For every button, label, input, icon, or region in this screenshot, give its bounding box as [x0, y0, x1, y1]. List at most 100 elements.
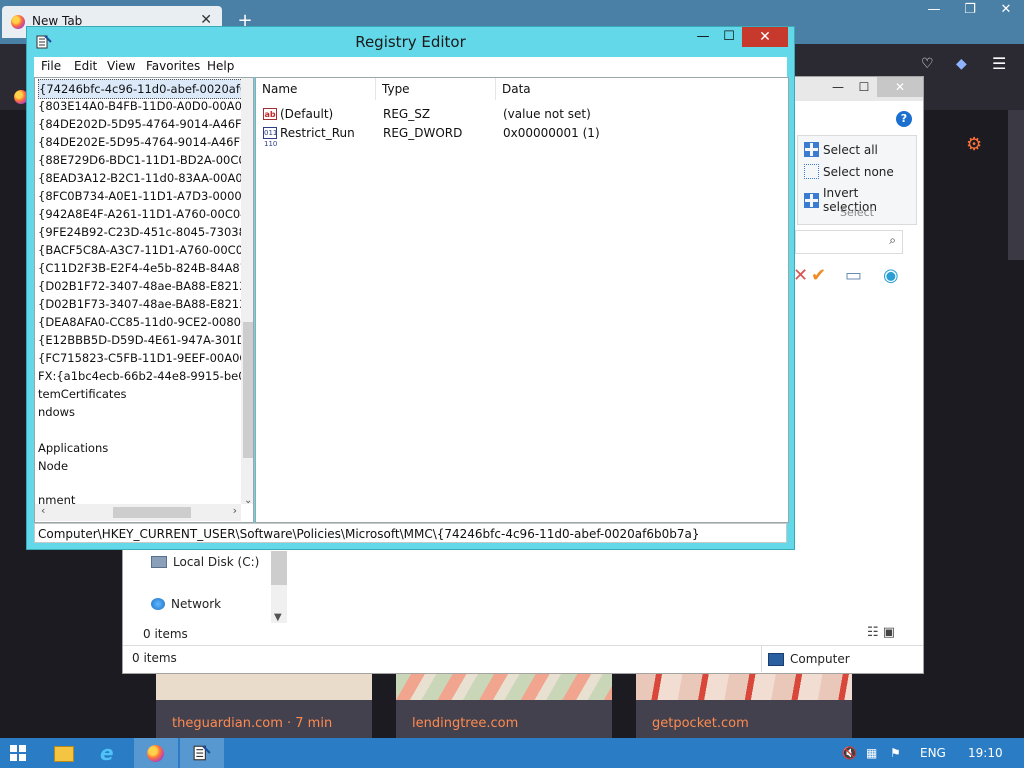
nav-scrollbar[interactable]: ▼	[271, 551, 287, 623]
scroll-left-icon[interactable]: ‹	[41, 504, 45, 517]
nav-scroll-thumb[interactable]	[271, 551, 287, 585]
registry-key-tree: {74246bfc-4c96-11d0-abef-0020af6b0 {803E…	[34, 77, 254, 523]
view-toggle-icons[interactable]: ☷ ▣	[867, 625, 895, 640]
regedit-titlebar[interactable]: Registry Editor — ☐ ✕	[27, 27, 794, 57]
column-header-name[interactable]: Name	[256, 78, 376, 100]
tree-item[interactable]: {88E729D6-BDC1-11D1-BD2A-00C04F	[38, 151, 253, 169]
start-button[interactable]	[10, 745, 26, 761]
registry-editor-icon	[193, 745, 211, 761]
nav-item-network[interactable]: Network	[151, 597, 221, 611]
delete-icon[interactable]: ✕	[793, 265, 808, 286]
menu-icon[interactable]: ☰	[992, 54, 1006, 73]
menu-favorites[interactable]: Favorites	[146, 59, 200, 73]
tree-vertical-scrollbar[interactable]: ⌄	[241, 78, 253, 506]
search-icon[interactable]: ⌕	[889, 233, 896, 248]
globe-icon[interactable]: ◉	[883, 265, 899, 286]
tree-item[interactable]: {D02B1F72-3407-48ae-BA88-E8213C6	[38, 277, 253, 295]
menu-file[interactable]: File	[41, 59, 61, 73]
card-label: theguardian.com · 7 min	[172, 716, 333, 731]
menu-edit[interactable]: Edit	[74, 59, 97, 73]
tree-item[interactable]: {942A8E4F-A261-11D1-A760-00C04F	[38, 205, 253, 223]
windows-logo-icon	[19, 745, 26, 752]
top-site-card[interactable]: theguardian.com · 7 min	[156, 672, 372, 738]
regedit-maximize-button[interactable]: ☐	[716, 27, 742, 47]
select-all-button[interactable]: Select all	[804, 142, 878, 157]
value-type: REG_DWORD	[383, 126, 463, 140]
windows-logo-icon	[10, 745, 17, 752]
taskbar-file-explorer[interactable]	[40, 738, 84, 768]
regedit-close-button[interactable]: ✕	[742, 27, 788, 47]
gear-icon[interactable]: ⚙	[966, 134, 982, 155]
flag-icon[interactable]: ⚑	[890, 746, 901, 760]
column-header-data[interactable]: Data	[496, 78, 786, 100]
taskbar-internet-explorer[interactable]: e	[88, 738, 132, 768]
firefox-window-controls: — ❐ ✕	[916, 0, 1024, 20]
explorer-close-button[interactable]: ✕	[877, 77, 923, 97]
taskbar-firefox[interactable]	[134, 738, 178, 768]
close-button[interactable]: ✕	[988, 0, 1024, 20]
nav-item-label: Network	[171, 597, 222, 611]
tree-item[interactable]: {FC715823-C5FB-11D1-9EEF-00A0C9	[38, 349, 253, 367]
hard-drive-icon	[151, 556, 167, 568]
tree-item-selected[interactable]: {74246bfc-4c96-11d0-abef-0020af6b0	[38, 79, 253, 99]
taskbar-registry-editor[interactable]	[180, 738, 224, 768]
tree-item[interactable]: Node	[38, 457, 68, 475]
folder-icon	[54, 746, 74, 762]
nav-item-label: Local Disk (C:)	[173, 555, 260, 569]
firefox-icon	[11, 15, 25, 29]
tree-item[interactable]: {803E14A0-B4FB-11D0-A0D0-00A0C9	[38, 97, 253, 115]
items-count: 0 items	[143, 627, 188, 641]
top-site-card[interactable]: lendingtree.com	[396, 672, 612, 738]
tree-item[interactable]: {C11D2F3B-E2F4-4e5b-824B-84A87A	[38, 259, 253, 277]
scroll-down-icon[interactable]: ⌄	[244, 495, 252, 506]
maximize-button[interactable]: ❐	[952, 0, 988, 20]
minimize-button[interactable]: —	[916, 0, 952, 20]
explorer-toolbar-icons: ✕ ✔ ▭ ◉	[793, 265, 913, 289]
internet-explorer-icon: e	[100, 741, 114, 765]
tree-item[interactable]: {DEA8AFA0-CC85-11d0-9CE2-0080C	[38, 313, 249, 331]
checkmark-icon[interactable]: ✔	[811, 265, 826, 286]
tree-item[interactable]: {E12BBB5D-D59D-4E61-947A-301D25	[38, 331, 253, 349]
extension-icon[interactable]: ◆	[956, 56, 967, 72]
clock[interactable]: 19:10	[968, 746, 1003, 760]
pocket-icon[interactable]: ♡	[921, 56, 934, 72]
tree-item[interactable]: {84DE202E-5D95-4764-9014-A46F994	[38, 133, 253, 151]
network-tray-icon[interactable]: ▦	[866, 746, 877, 760]
explorer-window-controls: — ☐ ✕	[825, 77, 923, 97]
volume-muted-icon[interactable]: 🔇	[842, 746, 857, 760]
tree-item[interactable]: Applications	[38, 439, 108, 457]
explorer-search-box[interactable]: ⌕	[795, 230, 903, 254]
tree-item[interactable]: {BACF5C8A-A3C7-11D1-A760-00C04	[38, 241, 250, 259]
tree-item[interactable]: FX:{a1bc4ecb-66b2-44e8-9915-be02e	[38, 367, 253, 385]
card-label: getpocket.com	[652, 716, 749, 731]
menu-help[interactable]: Help	[207, 59, 234, 73]
tree-item[interactable]: {9FE24B92-C23D-451c-8045-73038D9	[38, 223, 253, 241]
column-header-type[interactable]: Type	[376, 78, 496, 100]
tree-item[interactable]: ndows	[38, 403, 75, 421]
tree-item[interactable]: {8EAD3A12-B2C1-11d0-83AA-00A0C	[38, 169, 251, 187]
language-indicator[interactable]: ENG	[920, 746, 946, 760]
tree-horizontal-scrollbar[interactable]: ‹ ›	[35, 504, 241, 521]
tree-item[interactable]: {D02B1F73-3407-48ae-BA88-E8213C6	[38, 295, 253, 313]
help-icon[interactable]: ?	[896, 111, 912, 127]
value-data: 0x00000001 (1)	[503, 126, 600, 140]
value-row[interactable]: 011 110 Restrict_Run REG_DWORD 0x0000000…	[256, 124, 786, 148]
nav-item-local-disk[interactable]: Local Disk (C:)	[151, 555, 259, 569]
tree-scroll-thumb[interactable]	[243, 322, 253, 458]
menu-view[interactable]: View	[107, 59, 135, 73]
value-row[interactable]: ab (Default) REG_SZ (value not set)	[256, 105, 786, 123]
explorer-maximize-button[interactable]: ☐	[851, 77, 877, 97]
tree-item[interactable]: {8FC0B734-A0E1-11D1-A7D3-0000F8	[38, 187, 253, 205]
select-none-button[interactable]: Select none	[804, 164, 894, 179]
scroll-right-icon[interactable]: ›	[233, 504, 237, 517]
scroll-down-icon[interactable]: ▼	[274, 612, 282, 623]
tree-item[interactable]: {84DE202D-5D95-4764-9014-A46F994	[38, 115, 253, 133]
tree-item[interactable]: temCertificates	[38, 385, 127, 403]
firefox-scrollbar[interactable]	[1008, 110, 1024, 260]
regedit-minimize-button[interactable]: —	[690, 27, 716, 47]
rename-icon[interactable]: ▭	[845, 265, 862, 286]
explorer-minimize-button[interactable]: —	[825, 77, 851, 97]
status-location-label: Computer	[790, 652, 850, 666]
top-site-card[interactable]: getpocket.com	[636, 672, 852, 738]
tree-hscroll-thumb[interactable]	[113, 507, 191, 518]
